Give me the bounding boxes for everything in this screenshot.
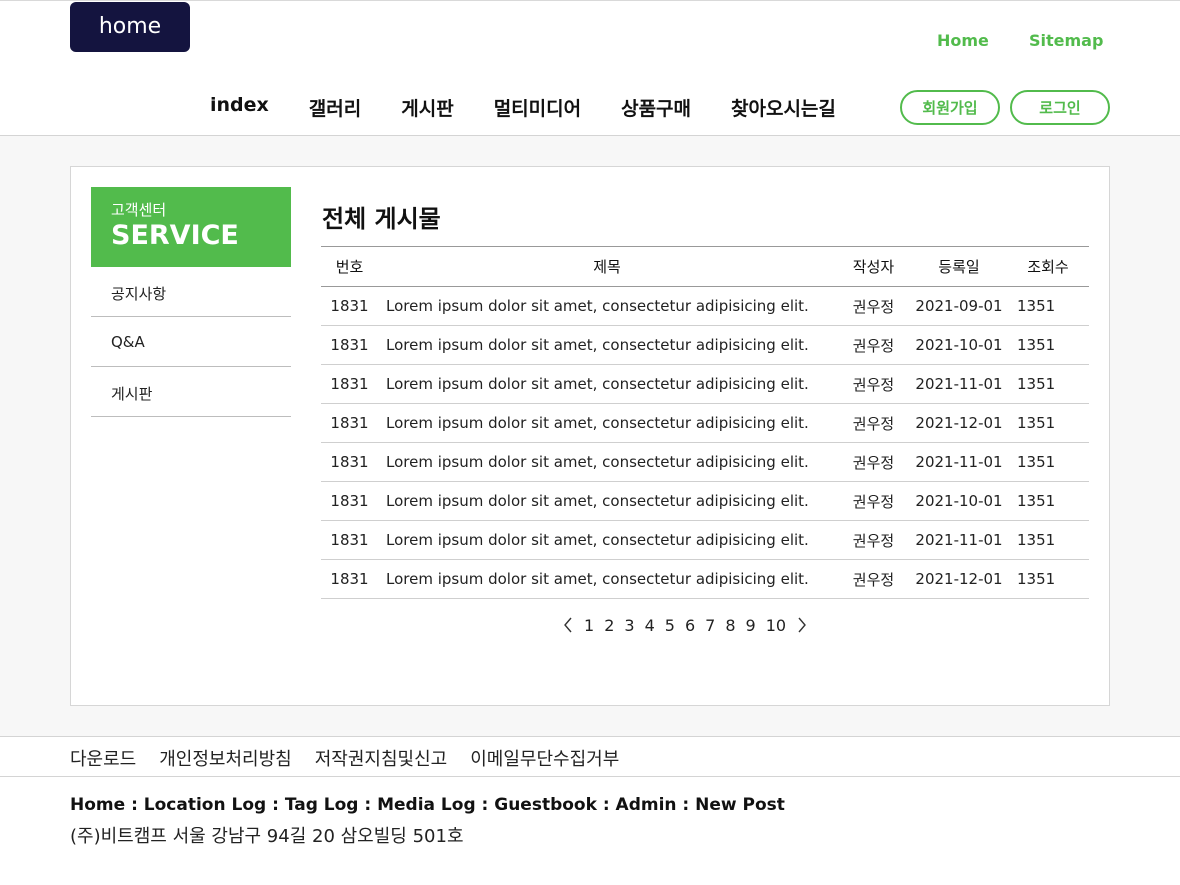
cell-views: 1351 (1017, 297, 1056, 315)
page-link[interactable]: 5 (665, 616, 675, 635)
page-title: 전체 게시물 (322, 205, 441, 233)
cell-views: 1351 (1017, 570, 1056, 588)
table-row[interactable]: 1831 Lorem ipsum dolor sit amet, consect… (321, 521, 1089, 560)
table-row[interactable]: 1831 Lorem ipsum dolor sit amet, consect… (321, 287, 1089, 326)
footer-links: 다운로드 개인정보처리방침 저작권지침및신고 이메일무단수집거부 (70, 745, 642, 771)
chevron-right-icon[interactable] (794, 615, 810, 635)
cell-number: 1831 (330, 336, 369, 354)
page-link[interactable]: 3 (624, 616, 634, 635)
footer-links-bar: 다운로드 개인정보처리방침 저작권지침및신고 이메일무단수집거부 (0, 736, 1180, 777)
nav-item-shop[interactable]: 상품구매 (621, 94, 691, 121)
util-link-sitemap[interactable]: Sitemap (1029, 31, 1103, 50)
cell-author: 권우정 (852, 570, 895, 589)
footer-link-copyright[interactable]: 저작권지침및신고 (315, 745, 447, 771)
page-link[interactable]: 10 (766, 616, 786, 635)
cell-number: 1831 (330, 453, 369, 471)
cell-date: 2021-09-01 (915, 297, 1003, 315)
sidebar-item-qna[interactable]: Q&A (91, 317, 291, 367)
login-button[interactable]: 로그인 (1010, 90, 1110, 125)
sidebar-item-notice[interactable]: 공지사항 (91, 267, 291, 317)
sidebar-title: SERVICE (111, 220, 239, 251)
cell-author: 권우정 (852, 414, 895, 433)
nav-item-index[interactable]: index (210, 94, 269, 121)
page-link[interactable]: 8 (725, 616, 735, 635)
board-table: 번호 제목 작성자 등록일 조회수 1831 Lorem ipsum dolor… (321, 246, 1089, 599)
cell-title-link[interactable]: Lorem ipsum dolor sit amet, consectetur … (378, 326, 836, 365)
page-link[interactable]: 2 (604, 616, 614, 635)
page-link[interactable]: 9 (746, 616, 756, 635)
site-logo[interactable]: home (70, 2, 190, 52)
table-row[interactable]: 1831 Lorem ipsum dolor sit amet, consect… (321, 560, 1089, 599)
cell-views: 1351 (1017, 336, 1056, 354)
cell-date: 2021-10-01 (915, 336, 1003, 354)
cell-number: 1831 (330, 531, 369, 549)
footer-link-download[interactable]: 다운로드 (70, 745, 136, 771)
table-row[interactable]: 1831 Lorem ipsum dolor sit amet, consect… (321, 326, 1089, 365)
cell-number: 1831 (330, 375, 369, 393)
cell-number: 1831 (330, 414, 369, 432)
cell-author: 권우정 (852, 531, 895, 550)
footer-link-privacy[interactable]: 개인정보처리방침 (159, 745, 291, 771)
footer-address: (주)비트캠프 서울 강남구 94길 20 삼오빌딩 501호 (70, 826, 464, 847)
cell-author: 권우정 (852, 492, 895, 511)
column-header-number: 번호 (335, 258, 364, 276)
nav-item-board[interactable]: 게시판 (401, 94, 453, 121)
content-container: 고객센터 SERVICE 공지사항 Q&A 게시판 전체 게시물 번호 제목 작… (70, 166, 1110, 706)
cell-views: 1351 (1017, 492, 1056, 510)
cell-author: 권우정 (852, 453, 895, 472)
site-header: home Home Sitemap index 갤러리 게시판 멀티미디어 상품… (0, 0, 1180, 136)
join-button[interactable]: 회원가입 (900, 90, 1000, 125)
nav-item-multimedia[interactable]: 멀티미디어 (494, 94, 581, 121)
cell-title-link[interactable]: Lorem ipsum dolor sit amet, consectetur … (378, 560, 836, 599)
cell-author: 권우정 (852, 375, 895, 394)
cell-views: 1351 (1017, 453, 1056, 471)
page-link[interactable]: 7 (705, 616, 715, 635)
cell-views: 1351 (1017, 531, 1056, 549)
cell-views: 1351 (1017, 375, 1056, 393)
column-header-date: 등록일 (938, 258, 980, 276)
cell-number: 1831 (330, 297, 369, 315)
page-link[interactable]: 1 (584, 616, 594, 635)
table-row[interactable]: 1831 Lorem ipsum dolor sit amet, consect… (321, 365, 1089, 404)
cell-title-link[interactable]: Lorem ipsum dolor sit amet, consectetur … (378, 443, 836, 482)
table-row[interactable]: 1831 Lorem ipsum dolor sit amet, consect… (321, 482, 1089, 521)
cell-author: 권우정 (852, 336, 895, 355)
util-link-home[interactable]: Home (937, 31, 989, 50)
cell-title-link[interactable]: Lorem ipsum dolor sit amet, consectetur … (378, 521, 836, 560)
cell-date: 2021-11-01 (915, 375, 1003, 393)
cell-title-link[interactable]: Lorem ipsum dolor sit amet, consectetur … (378, 482, 836, 521)
cell-title-link[interactable]: Lorem ipsum dolor sit amet, consectetur … (378, 365, 836, 404)
page-link[interactable]: 6 (685, 616, 695, 635)
cell-views: 1351 (1017, 414, 1056, 432)
main-nav: index 갤러리 게시판 멀티미디어 상품구매 찾아오시는길 (210, 94, 876, 121)
sidebar-header: 고객센터 SERVICE (91, 187, 291, 267)
pagination: 1 2 3 4 5 6 7 8 9 10 (560, 615, 810, 635)
column-header-author: 작성자 (852, 258, 895, 276)
page-link[interactable]: 4 (645, 616, 655, 635)
sidebar-menu: 공지사항 Q&A 게시판 (91, 267, 291, 417)
cell-number: 1831 (330, 570, 369, 588)
cell-date: 2021-10-01 (915, 492, 1003, 510)
footer-link-email-refusal[interactable]: 이메일무단수집거부 (470, 745, 619, 771)
sidebar-item-board[interactable]: 게시판 (91, 367, 291, 417)
sidebar-subtitle: 고객센터 (111, 201, 167, 219)
nav-item-gallery[interactable]: 갤러리 (309, 94, 361, 121)
cell-date: 2021-12-01 (915, 570, 1003, 588)
cell-title-link[interactable]: Lorem ipsum dolor sit amet, consectetur … (378, 404, 836, 443)
column-header-title: 제목 (593, 258, 621, 276)
chevron-left-icon[interactable] (560, 615, 576, 635)
column-header-views: 조회수 (1027, 258, 1069, 276)
table-row[interactable]: 1831 Lorem ipsum dolor sit amet, consect… (321, 404, 1089, 443)
footer-nav[interactable]: Home : Location Log : Tag Log : Media Lo… (70, 795, 785, 815)
table-row[interactable]: 1831 Lorem ipsum dolor sit amet, consect… (321, 443, 1089, 482)
cell-author: 권우정 (852, 297, 895, 316)
cell-date: 2021-11-01 (915, 531, 1003, 549)
nav-item-directions[interactable]: 찾아오시는길 (731, 94, 836, 121)
table-header-row: 번호 제목 작성자 등록일 조회수 (321, 246, 1089, 287)
cell-date: 2021-11-01 (915, 453, 1003, 471)
cell-date: 2021-12-01 (915, 414, 1003, 432)
cell-number: 1831 (330, 492, 369, 510)
cell-title-link[interactable]: Lorem ipsum dolor sit amet, consectetur … (378, 287, 836, 326)
